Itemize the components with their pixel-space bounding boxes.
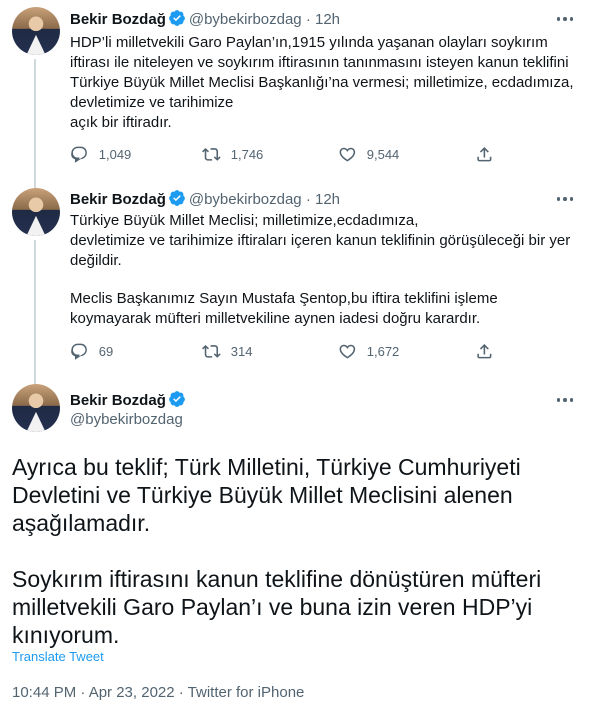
heart-icon bbox=[339, 344, 356, 359]
author-handle[interactable]: @bybekirbozdag bbox=[189, 11, 302, 28]
avatar[interactable] bbox=[12, 7, 60, 55]
verified-badge-icon bbox=[168, 189, 186, 213]
tweet-line bbox=[70, 271, 575, 289]
tweet-line: Soykırım iftirasını kanun teklifine dönü… bbox=[12, 566, 542, 592]
tweet-text: Ayrıca bu teklif; Türk Milletini, Türkiy… bbox=[12, 453, 582, 649]
tweet-line: milletvekili Garo Paylan’ı ve buna izin … bbox=[12, 594, 533, 620]
author-name[interactable]: Bekir Bozdağ bbox=[70, 11, 166, 28]
share-icon bbox=[477, 344, 492, 359]
like-count: 9,544 bbox=[366, 146, 400, 162]
focused-tweet: Bekir Bozdağ @bybekirbozdag Ayrıca bu te… bbox=[0, 376, 591, 711]
reply-count: 69 bbox=[98, 343, 114, 359]
tweet-line: aşağılamadır. bbox=[12, 510, 151, 536]
tweet-header: Bekir Bozdağ @bybekirbozdag · 12h bbox=[70, 9, 340, 33]
tweet-actions: 69 314 1,672 bbox=[70, 342, 500, 362]
reply-icon bbox=[71, 146, 87, 163]
author-handle[interactable]: @bybekirbozdag bbox=[189, 191, 302, 208]
tweet-line: devletimize ve tarihimize bbox=[70, 94, 234, 111]
tweet-actions: 1,049 1,746 9,544 bbox=[70, 145, 500, 165]
thread-tweet-1[interactable]: Bekir Bozdağ @bybekirbozdag · 12h HDP’li … bbox=[0, 0, 591, 186]
tweet-line: Türkiye Büyük Millet Meclisi Başkanlığı’… bbox=[70, 74, 574, 91]
thread-line bbox=[34, 240, 36, 376]
retweet-count: 1,746 bbox=[230, 146, 264, 162]
avatar[interactable] bbox=[12, 384, 60, 432]
reply-count: 1,049 bbox=[98, 146, 132, 162]
reply-icon bbox=[71, 343, 87, 360]
like-button[interactable]: 1,672 bbox=[338, 342, 399, 361]
share-button[interactable] bbox=[475, 145, 494, 164]
retweet-icon bbox=[202, 148, 221, 161]
tweet-time[interactable]: 12h bbox=[315, 191, 340, 208]
thread-line bbox=[34, 59, 36, 186]
tweet-header: Bekir Bozdağ @bybekirbozdag · 12h bbox=[70, 189, 340, 213]
reply-button[interactable]: 69 bbox=[70, 342, 113, 361]
tweet-line bbox=[12, 537, 582, 565]
more-icon[interactable] bbox=[555, 9, 575, 29]
like-button[interactable]: 9,544 bbox=[338, 145, 399, 164]
separator-dot: · bbox=[305, 11, 311, 28]
tweet-line: değildir. bbox=[70, 252, 122, 269]
like-count: 1,672 bbox=[366, 343, 400, 359]
retweet-icon bbox=[202, 345, 221, 358]
heart-icon bbox=[339, 147, 356, 162]
tweet-line: iftirası ile niteleyen ve soykırım iftir… bbox=[70, 54, 569, 71]
retweet-button[interactable]: 314 bbox=[202, 342, 252, 361]
tweet-text: Türkiye Büyük Millet Meclisi; milletimiz… bbox=[70, 211, 575, 329]
tweet-meta: 10:44 PM · Apr 23, 2022 · Twitter for iP… bbox=[12, 684, 305, 701]
thread-line bbox=[34, 376, 36, 384]
tweet-line: koymayarak müfteri milletvekiline aynen … bbox=[70, 310, 481, 327]
tweet-line: devletimize ve tarihimize iftiraları içe… bbox=[70, 232, 571, 249]
tweet-line: kınıyorum. bbox=[12, 622, 120, 648]
share-icon bbox=[477, 147, 492, 162]
verified-badge-icon bbox=[168, 9, 186, 33]
retweet-count: 314 bbox=[230, 343, 253, 359]
share-button[interactable] bbox=[475, 342, 494, 361]
retweet-button[interactable]: 1,746 bbox=[202, 145, 263, 164]
tweet-text: HDP’li milletvekili Garo Paylan’ın,1915 … bbox=[70, 33, 575, 133]
tweet-line: Devletini ve Türkiye Büyük Millet Meclis… bbox=[12, 482, 513, 508]
author-name[interactable]: Bekir Bozdağ bbox=[70, 392, 166, 409]
thread-tweet-2[interactable]: Bekir Bozdağ @bybekirbozdag · 12h Türkiye… bbox=[0, 186, 591, 376]
reply-button[interactable]: 1,049 bbox=[70, 145, 131, 164]
more-icon[interactable] bbox=[555, 189, 575, 209]
tweet-line: Meclis Başkanımız Sayın Mustafa Şentop,b… bbox=[70, 290, 498, 307]
separator-dot: · bbox=[305, 191, 311, 208]
tweet-time[interactable]: 12h bbox=[315, 11, 340, 28]
more-icon[interactable] bbox=[555, 390, 575, 410]
author-handle[interactable]: @bybekirbozdag bbox=[70, 410, 183, 430]
translate-tweet-link[interactable]: Translate Tweet bbox=[12, 649, 104, 664]
tweet-line: Türkiye Büyük Millet Meclisi; milletimiz… bbox=[70, 212, 419, 229]
tweet-line: açık bir iftiradır. bbox=[70, 114, 172, 131]
tweet-line: HDP’li milletvekili Garo Paylan’ın,1915 … bbox=[70, 34, 548, 51]
avatar[interactable] bbox=[12, 188, 60, 236]
tweet-line: Ayrıca bu teklif; Türk Milletini, Türkiy… bbox=[12, 454, 521, 480]
author-name[interactable]: Bekir Bozdağ bbox=[70, 191, 166, 208]
